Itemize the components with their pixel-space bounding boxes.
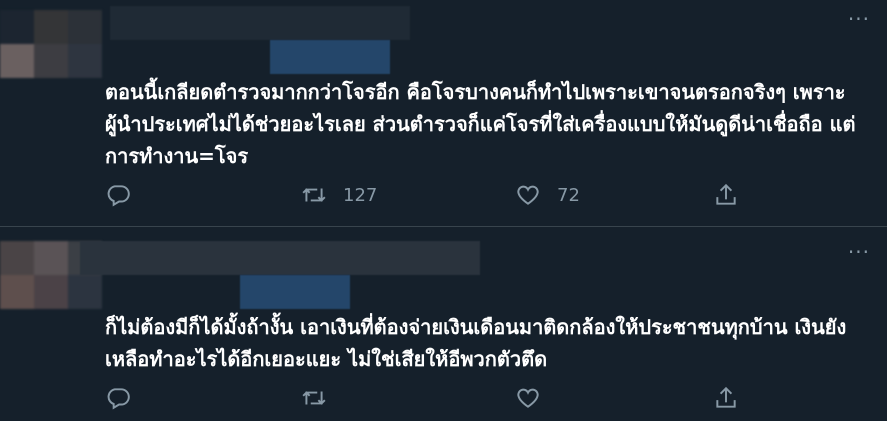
reply-button[interactable]: [105, 180, 131, 210]
tweet-text: ก็ไม่ต้องมีก็ได้มั้งถ้างั้น เอาเงินที่ต้…: [105, 315, 847, 371]
like-count: 72: [557, 184, 580, 206]
retweet-icon: [302, 391, 326, 405]
tweet[interactable]: ··· ตอนนี้เกลียดตำรวจมากกว่าโจรอีก คือโจ…: [0, 0, 887, 226]
retweet-count: 127: [343, 184, 378, 206]
reply-icon: [107, 388, 130, 410]
retweet-button[interactable]: 127: [301, 180, 377, 210]
avatar[interactable]: [0, 10, 102, 80]
share-button[interactable]: [713, 383, 739, 413]
more-icon[interactable]: ···: [848, 242, 870, 262]
share-icon: [716, 386, 736, 408]
heart-icon: [517, 388, 539, 408]
tweet-actions: [105, 383, 795, 413]
author-handle[interactable]: [270, 40, 390, 74]
tweet-actions: 127 72: [105, 180, 795, 210]
author-name[interactable]: [110, 6, 410, 40]
author-name[interactable]: [80, 241, 480, 275]
reply-button[interactable]: [105, 383, 131, 413]
more-icon[interactable]: ···: [848, 9, 870, 29]
tweet-text: ตอนนี้เกลียดตำรวจมากกว่าโจรอีก คือโจรบาง…: [105, 80, 856, 168]
like-button[interactable]: [515, 383, 557, 413]
author-handle[interactable]: [240, 275, 350, 309]
heart-icon: [517, 185, 539, 205]
like-button[interactable]: 72: [515, 180, 580, 210]
share-icon: [716, 183, 736, 205]
reply-icon: [107, 185, 130, 207]
tweet[interactable]: ··· ก็ไม่ต้องมีก็ได้มั้งถ้างั้น เอาเงินท…: [0, 227, 887, 421]
retweet-button[interactable]: [301, 383, 343, 413]
share-button[interactable]: [713, 180, 739, 210]
retweet-icon: [302, 188, 326, 202]
